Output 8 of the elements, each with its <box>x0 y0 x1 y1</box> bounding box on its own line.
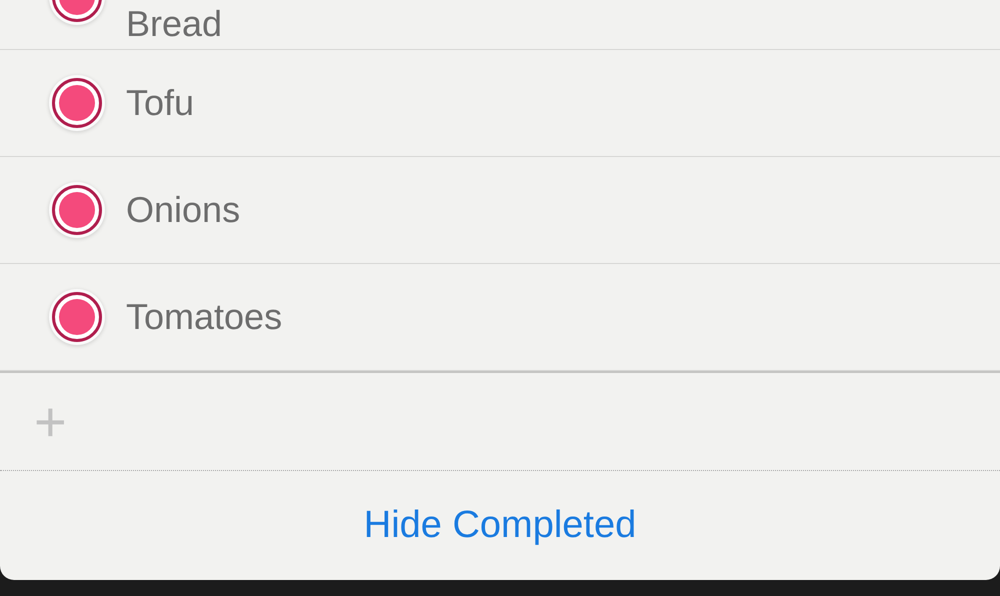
completion-checkbox[interactable] <box>52 292 102 342</box>
reminder-title: Onions <box>126 190 240 230</box>
completion-checkbox[interactable] <box>52 185 102 235</box>
reminder-title: Tomatoes <box>126 297 282 337</box>
reminder-title: Tofu <box>126 83 194 123</box>
hide-completed-button[interactable]: Hide Completed <box>358 496 642 555</box>
reminder-title: Bread <box>126 4 222 44</box>
completion-checkbox[interactable] <box>52 78 102 128</box>
